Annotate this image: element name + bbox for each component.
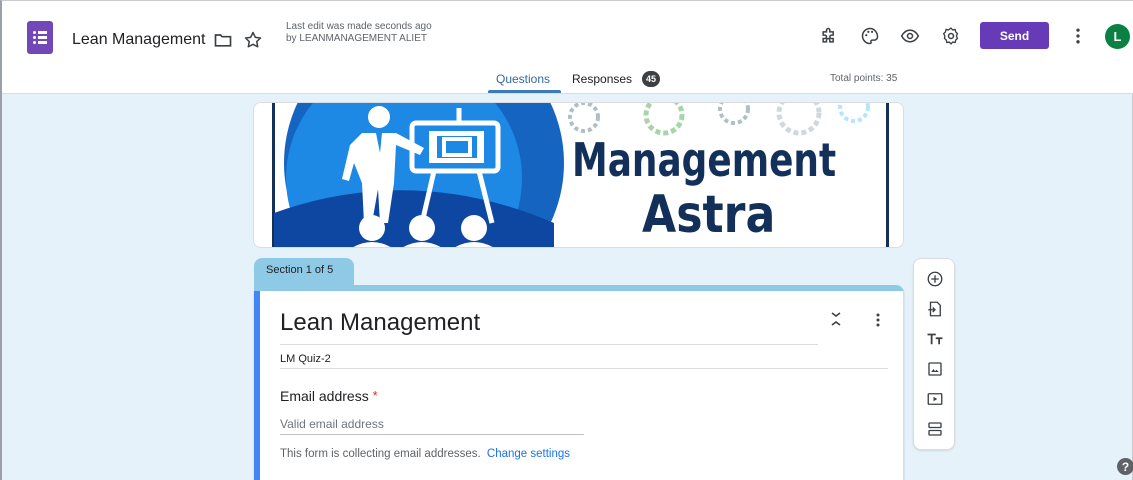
tab-responses[interactable]: Responses <box>572 72 632 86</box>
title-underline <box>280 344 818 345</box>
tab-questions[interactable]: Questions <box>496 72 550 86</box>
responses-count-badge: 45 <box>642 71 660 87</box>
active-tab-indicator <box>488 90 561 93</box>
send-button[interactable]: Send <box>980 22 1049 49</box>
change-settings-link[interactable]: Change settings <box>487 448 570 460</box>
email-field[interactable] <box>280 413 584 435</box>
form-title[interactable]: Lean Management <box>280 309 480 337</box>
section-more-vert-icon[interactable] <box>870 312 886 328</box>
top-bar: Lean Management Last edit was made secon… <box>2 1 1133 94</box>
more-vert-icon[interactable] <box>1067 25 1089 47</box>
email-label-text: Email address <box>280 388 369 404</box>
description-underline <box>280 368 888 369</box>
banner-title-line2: Astra <box>642 185 776 245</box>
required-asterisk: * <box>372 388 378 403</box>
settings-gear-icon[interactable] <box>940 25 962 47</box>
add-title-icon[interactable] <box>925 329 945 349</box>
email-collection-note: This form is collecting email addresses.… <box>280 448 570 460</box>
preview-eye-icon[interactable] <box>899 25 921 47</box>
help-icon[interactable]: ? <box>1117 458 1133 475</box>
section-indicator: Section 1 of 5 <box>254 258 354 286</box>
add-section-icon[interactable] <box>925 419 945 439</box>
header-banner-image: Management Astra <box>253 102 904 248</box>
forms-logo-icon[interactable] <box>27 21 53 54</box>
banner-title-line1: Management <box>572 133 837 187</box>
last-edit-status[interactable]: Last edit was made seconds ago by LEANMA… <box>286 21 436 44</box>
total-points: Total points: 35 <box>830 73 898 84</box>
forms-editor: Lean Management Last edit was made secon… <box>0 0 1133 480</box>
addon-puzzle-icon[interactable] <box>818 25 840 47</box>
import-questions-icon[interactable] <box>925 299 945 319</box>
add-video-icon[interactable] <box>925 389 945 409</box>
account-avatar[interactable]: L <box>1105 24 1130 49</box>
collapse-section-icon[interactable] <box>828 311 844 327</box>
star-icon[interactable] <box>242 29 264 51</box>
add-question-icon[interactable] <box>925 269 945 289</box>
add-image-icon[interactable] <box>925 359 945 379</box>
floating-toolbar <box>913 258 955 450</box>
email-address-label: Email address * <box>280 388 378 404</box>
collect-note-text: This form is collecting email addresses. <box>280 448 481 460</box>
form-header-card[interactable]: Lean Management LM Quiz-2 Email address … <box>254 291 904 480</box>
form-description[interactable]: LM Quiz-2 <box>280 353 331 365</box>
palette-icon[interactable] <box>859 25 881 47</box>
folder-icon[interactable] <box>212 29 234 51</box>
document-title[interactable]: Lean Management <box>72 31 205 49</box>
